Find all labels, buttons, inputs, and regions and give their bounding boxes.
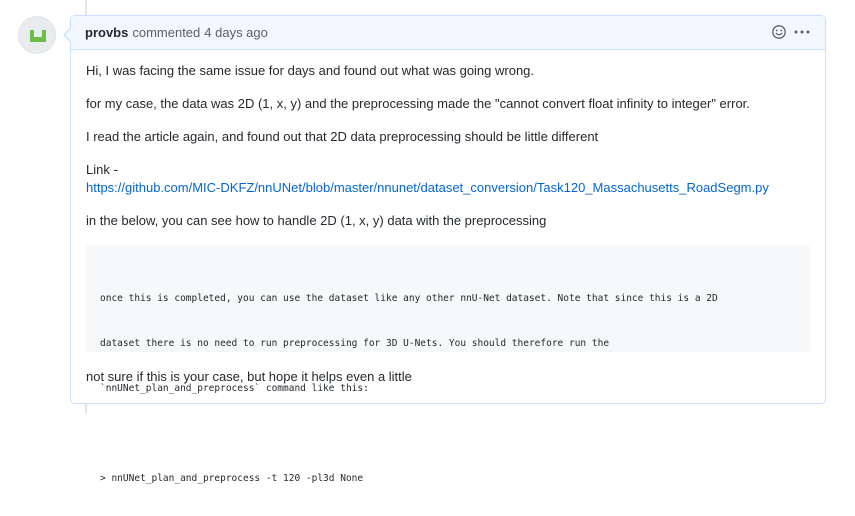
identicon-image [19,17,55,53]
smiley-icon[interactable] [771,24,787,40]
code-block: once this is completed, you can use the … [86,245,810,484]
link-label: Link - [86,162,118,177]
comment-paragraph: for my case, the data was 2D (1, x, y) a… [86,96,750,111]
comment-paragraph: Hi, I was facing the same issue for days… [86,63,535,78]
avatar[interactable] [18,16,56,54]
comment-paragraph: in the below, you can see how to handle … [86,213,547,228]
comment-timestamp[interactable]: 4 days ago [204,25,268,40]
link-paragraph: Link - https://github.com/MIC-DKFZ/nnUNe… [86,161,810,197]
comment-actions [771,24,811,40]
comment-container: provbs commented 4 days ago Hi, I was fa… [63,15,826,484]
code-line: dataset there is no need to run preproce… [100,338,610,349]
dataset-conversion-link[interactable]: https://github.com/MIC-DKFZ/nnUNet/blob/… [86,179,810,197]
comment-paragraph: I read the article again, and found out … [86,129,599,144]
comment-header: provbs commented 4 days ago [71,16,825,50]
comment-body: Hi, I was facing the same issue for days… [71,50,825,484]
author-link[interactable]: provbs [85,25,128,40]
code-line: once this is completed, you can use the … [100,293,718,304]
code-line: > nnUNet_plan_and_preprocess -t 120 -pl3… [100,473,364,484]
kebab-menu-icon[interactable] [793,24,811,40]
comment-closing: not sure if this is your case, but hope … [86,369,412,384]
comment-action-text: commented [132,25,201,40]
